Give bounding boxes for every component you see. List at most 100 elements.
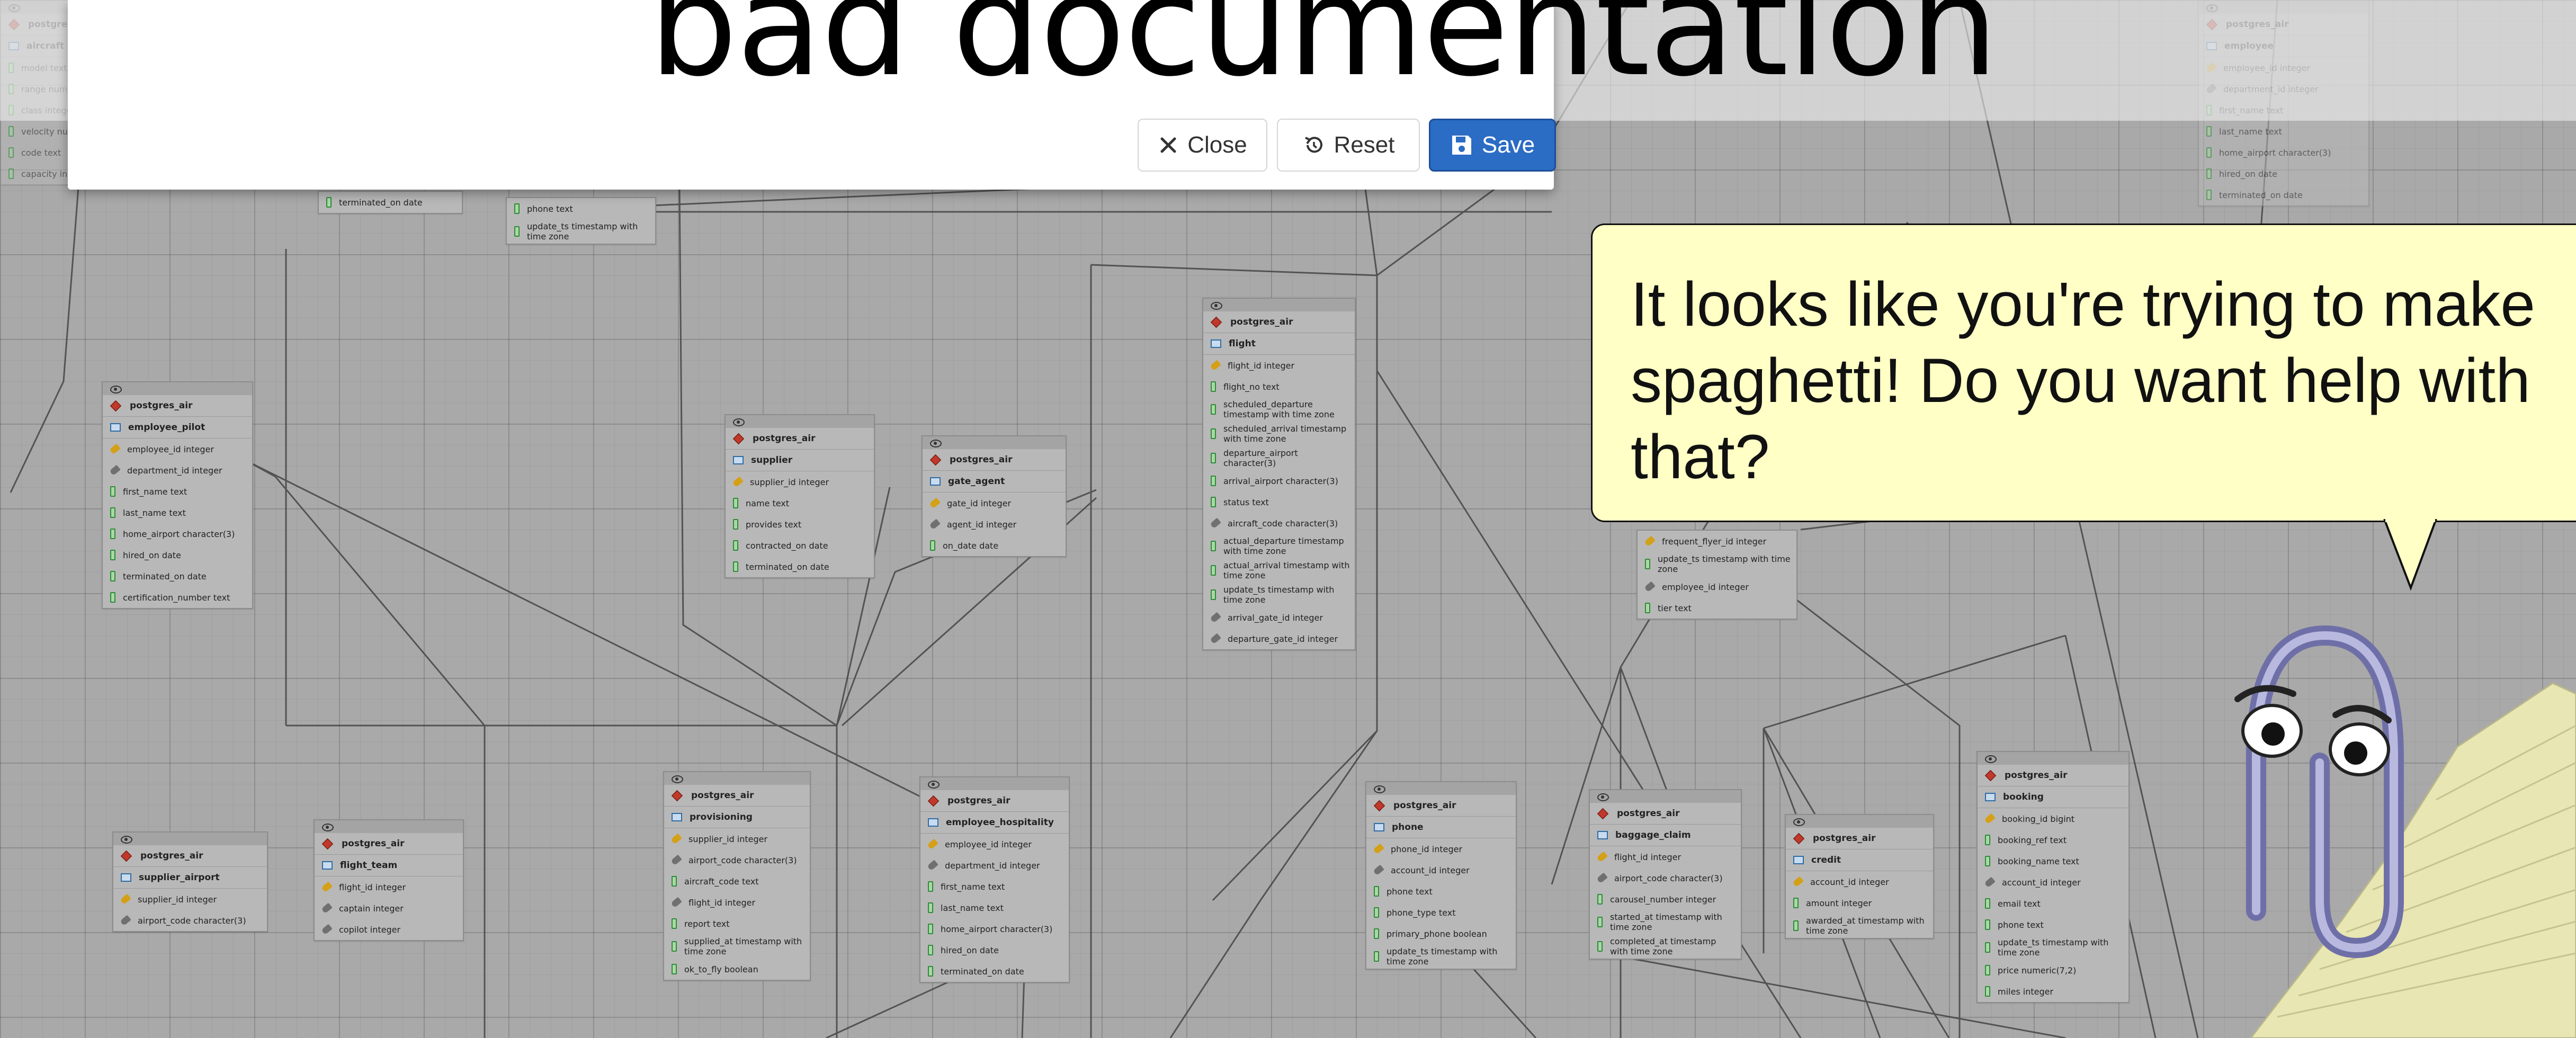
table-column-row[interactable]: scheduled_arrival timestamp with time zo…: [1203, 422, 1355, 446]
table-column-row[interactable]: copilot integer: [315, 919, 463, 940]
table-column-row[interactable]: last_name text: [2199, 121, 2368, 142]
table-column-row[interactable]: started_at timestamp with time zone: [1590, 910, 1741, 934]
table-column-row[interactable]: home_airport character(3): [2199, 142, 2368, 163]
table-column-row[interactable]: phone text: [1978, 914, 2128, 935]
table-column-row[interactable]: ok_to_fly boolean: [664, 959, 810, 980]
table-column-row[interactable]: terminated_on date: [920, 961, 1069, 982]
table-column-row[interactable]: update_ts timestamp with time zone: [1638, 552, 1796, 576]
table-view-toggle[interactable]: [923, 436, 1066, 449]
table-view-toggle[interactable]: [726, 415, 874, 428]
table-column-row[interactable]: supplied_at timestamp with time zone: [664, 934, 810, 959]
table-column-row[interactable]: on_date date: [923, 535, 1066, 556]
table-card-flight[interactable]: postgres_air flight flight_id integer fligh…: [1202, 298, 1356, 650]
table-column-row[interactable]: flight_id integer: [1203, 355, 1355, 376]
table-column-row[interactable]: miles integer: [1978, 981, 2128, 1002]
table-column-row[interactable]: aircraft_code text: [664, 871, 810, 892]
table-column-row[interactable]: terminated_on date: [726, 556, 874, 577]
table-column-row[interactable]: home_airport character(3): [103, 523, 252, 544]
table-view-toggle[interactable]: [1786, 815, 1933, 828]
table-view-toggle[interactable]: [920, 777, 1069, 790]
table-column-row[interactable]: awarded_at timestamp with time zone: [1786, 914, 1933, 938]
table-column-row[interactable]: departure_airport character(3): [1203, 446, 1355, 470]
table-column-row[interactable]: gate_id integer: [923, 493, 1066, 514]
table-column-row[interactable]: phone_id integer: [1366, 838, 1516, 860]
table-card-flight_team[interactable]: postgres_air flight_team flight_id integer…: [314, 819, 464, 941]
table-column-row[interactable]: department_id integer: [103, 460, 252, 481]
table-column-row[interactable]: update_ts timestamp with time zone: [1978, 935, 2128, 960]
table-column-row[interactable]: hired_on date: [2199, 163, 2368, 184]
table-column-row[interactable]: home_airport character(3): [920, 918, 1069, 939]
table-column-row[interactable]: supplier_id integer: [113, 889, 267, 910]
table-column-row[interactable]: departure_gate_id integer: [1203, 628, 1355, 649]
table-card-fragment-14[interactable]: terminated_on date: [318, 191, 463, 214]
table-column-row[interactable]: flight_id integer: [1590, 846, 1741, 867]
table-view-toggle[interactable]: [103, 382, 252, 395]
table-column-row[interactable]: flight_no text: [1203, 376, 1355, 397]
table-view-toggle[interactable]: [113, 833, 267, 845]
table-column-row[interactable]: update_ts timestamp with time zone: [507, 219, 655, 244]
table-column-row[interactable]: employee_id integer: [920, 834, 1069, 855]
table-column-row[interactable]: supplier_id integer: [664, 828, 810, 849]
table-column-row[interactable]: hired_on date: [103, 544, 252, 566]
table-column-row[interactable]: update_ts timestamp with time zone: [1203, 583, 1355, 607]
table-column-row[interactable]: last_name text: [920, 897, 1069, 918]
table-column-row[interactable]: aircraft_code character(3): [1203, 513, 1355, 534]
table-column-row[interactable]: account_id integer: [1366, 860, 1516, 881]
table-column-row[interactable]: agent_id integer: [923, 514, 1066, 535]
table-column-row[interactable]: frequent_flyer_id integer: [1638, 531, 1796, 552]
table-column-row[interactable]: booking_ref text: [1978, 829, 2128, 851]
table-card-supplier_airport[interactable]: postgres_air supplier_airport supplier_id …: [112, 831, 268, 932]
table-card-baggage_claim[interactable]: postgres_air baggage_claim flight_id integ…: [1589, 789, 1742, 960]
table-column-row[interactable]: booking_id bigint: [1978, 808, 2128, 829]
table-column-row[interactable]: airport_code character(3): [664, 849, 810, 871]
table-column-row[interactable]: department_id integer: [920, 855, 1069, 876]
table-card-fragment-13[interactable]: phone text update_ts timestamp with time …: [506, 197, 656, 245]
table-column-row[interactable]: employee_id integer: [1638, 576, 1796, 597]
table-column-row[interactable]: flight_id integer: [664, 892, 810, 913]
table-column-row[interactable]: tier text: [1638, 597, 1796, 619]
table-view-toggle[interactable]: [315, 820, 463, 833]
table-column-row[interactable]: email text: [1978, 893, 2128, 914]
table-column-row[interactable]: airport_code character(3): [1590, 867, 1741, 889]
table-column-row[interactable]: arrival_gate_id integer: [1203, 607, 1355, 628]
table-view-toggle[interactable]: [1203, 299, 1355, 311]
table-column-row[interactable]: terminated_on date: [103, 566, 252, 587]
save-button[interactable]: Save: [1429, 119, 1556, 172]
table-column-row[interactable]: price numeric(7,2): [1978, 960, 2128, 981]
table-column-row[interactable]: update_ts timestamp with time zone: [1366, 944, 1516, 969]
table-column-row[interactable]: completed_at timestamp with time zone: [1590, 934, 1741, 959]
table-column-row[interactable]: first_name text: [103, 481, 252, 502]
table-view-toggle[interactable]: [1590, 790, 1741, 803]
reset-button[interactable]: Reset: [1277, 119, 1420, 172]
table-column-row[interactable]: amount integer: [1786, 892, 1933, 914]
table-column-row[interactable]: report text: [664, 913, 810, 934]
table-column-row[interactable]: terminated_on date: [2199, 184, 2368, 205]
table-view-toggle[interactable]: [1366, 782, 1516, 795]
table-column-row[interactable]: terminated_on date: [319, 192, 462, 213]
table-card-employee_hospitality[interactable]: postgres_air employee_hospitality employee…: [919, 776, 1070, 983]
table-column-row[interactable]: flight_id integer: [315, 876, 463, 898]
table-column-row[interactable]: captain integer: [315, 898, 463, 919]
table-card-booking[interactable]: postgres_air booking booking_id bigint book…: [1976, 751, 2130, 1003]
table-column-row[interactable]: scheduled_departure timestamp with time …: [1203, 397, 1355, 422]
table-card-credit[interactable]: postgres_air credit account_id integer amou…: [1785, 814, 1934, 939]
close-button[interactable]: Close: [1138, 119, 1267, 172]
table-column-row[interactable]: phone text: [1366, 881, 1516, 902]
table-column-row[interactable]: contracted_on date: [726, 535, 874, 556]
table-column-row[interactable]: certification_number text: [103, 587, 252, 608]
table-column-row[interactable]: arrival_airport character(3): [1203, 470, 1355, 491]
table-column-row[interactable]: booking_name text: [1978, 851, 2128, 872]
table-card-employee_pilot[interactable]: postgres_air employee_pilot employee_id in…: [102, 381, 253, 609]
table-view-toggle[interactable]: [664, 772, 810, 785]
table-column-row[interactable]: provides text: [726, 514, 874, 535]
table-column-row[interactable]: account_id integer: [1786, 871, 1933, 892]
table-column-row[interactable]: supplier_id integer: [726, 471, 874, 493]
table-column-row[interactable]: airport_code character(3): [113, 910, 267, 931]
table-column-row[interactable]: account_id integer: [1978, 872, 2128, 893]
table-column-row[interactable]: phone_type text: [1366, 902, 1516, 923]
table-column-row[interactable]: actual_arrival timestamp with time zone: [1203, 558, 1355, 583]
table-card-phone[interactable]: postgres_air phone phone_id integer account…: [1365, 781, 1517, 970]
table-card-fragment-12[interactable]: frequent_flyer_id integer update_ts times…: [1636, 530, 1797, 620]
table-column-row[interactable]: name text: [726, 493, 874, 514]
table-column-row[interactable]: first_name text: [920, 876, 1069, 897]
